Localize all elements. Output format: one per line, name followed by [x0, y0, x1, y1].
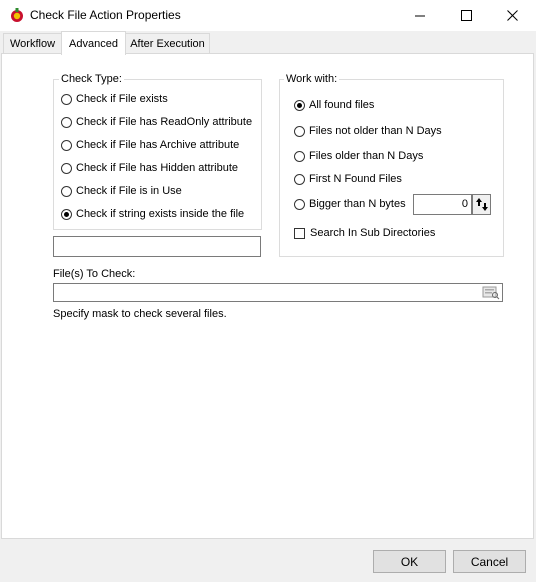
window-title: Check File Action Properties	[30, 8, 181, 22]
minimize-icon	[414, 15, 425, 17]
radio-indicator[interactable]	[61, 208, 72, 220]
files-to-check-label: File(s) To Check:	[53, 268, 136, 280]
radio-all-found-files[interactable]: All found files	[294, 99, 374, 111]
close-icon	[506, 10, 518, 21]
radio-label: Check if File is in Use	[76, 185, 182, 197]
radio-indicator[interactable]	[61, 185, 72, 197]
cancel-label: Cancel	[470, 554, 509, 569]
ok-label: OK	[400, 554, 419, 569]
radio-label: First N Found Files	[309, 173, 402, 185]
files-to-check-hint: Specify mask to check several files.	[53, 308, 227, 320]
tab-advanced[interactable]: Advanced	[61, 31, 126, 55]
check-type-label: Check Type:	[59, 73, 124, 85]
tab-label: After Execution	[130, 38, 205, 50]
work-with-label: Work with:	[284, 73, 340, 85]
radio-check-archive[interactable]: Check if File has Archive attribute	[61, 139, 239, 151]
close-button[interactable]	[489, 0, 535, 31]
radio-indicator[interactable]	[294, 125, 305, 137]
radio-first-n-files[interactable]: First N Found Files	[294, 173, 402, 185]
checkbox-label: Search In Sub Directories	[310, 227, 436, 239]
radio-indicator[interactable]	[61, 93, 72, 105]
radio-indicator[interactable]	[294, 173, 305, 185]
tab-label: Workflow	[9, 38, 56, 50]
bytes-spinner[interactable]	[472, 194, 491, 215]
radio-label: Files older than N Days	[309, 150, 424, 162]
radio-indicator[interactable]	[61, 116, 72, 128]
radio-indicator[interactable]	[294, 150, 305, 162]
radio-label: Check if File exists	[76, 93, 168, 105]
tab-after-execution[interactable]: After Execution	[125, 33, 210, 54]
search-sub-directories-checkbox[interactable]: Search In Sub Directories	[294, 227, 435, 239]
radio-label: All found files	[309, 99, 375, 111]
title-bar[interactable]: Check File Action Properties	[0, 0, 536, 31]
checkbox-indicator[interactable]	[294, 227, 305, 239]
radio-label: Check if File has ReadOnly attribute	[76, 116, 253, 128]
radio-label: Check if string exists inside the file	[76, 208, 245, 220]
ok-button[interactable]: OK	[373, 550, 446, 573]
radio-indicator[interactable]	[61, 139, 72, 151]
radio-files-not-older[interactable]: Files not older than N Days	[294, 125, 442, 137]
radio-label: Check if File has Archive attribute	[76, 139, 240, 151]
radio-indicator[interactable]	[294, 198, 305, 210]
maximize-button[interactable]	[443, 0, 489, 31]
radio-check-file-exists[interactable]: Check if File exists	[61, 93, 168, 105]
radio-label: Files not older than N Days	[309, 125, 442, 137]
app-icon	[11, 8, 23, 22]
radio-indicator[interactable]	[61, 162, 72, 174]
minimize-button[interactable]	[397, 0, 443, 31]
files-to-check-input[interactable]	[53, 283, 503, 302]
radio-check-in-use[interactable]: Check if File is in Use	[61, 185, 182, 197]
bytes-value: 0	[461, 198, 468, 210]
radio-check-hidden[interactable]: Check if File has Hidden attribute	[61, 162, 238, 174]
browse-files-button[interactable]	[482, 285, 500, 300]
cancel-button[interactable]: Cancel	[453, 550, 526, 573]
radio-label: Bigger than N bytes	[309, 198, 406, 210]
radio-check-readonly[interactable]: Check if File has ReadOnly attribute	[61, 116, 252, 128]
tab-label: Advanced	[69, 37, 118, 50]
radio-bigger-than-n-bytes[interactable]: Bigger than N bytes	[294, 198, 406, 210]
spin-arrows-icon	[475, 198, 488, 211]
search-string-input[interactable]	[53, 236, 261, 257]
radio-indicator[interactable]	[294, 99, 305, 111]
bytes-input[interactable]: 0	[413, 194, 472, 215]
maximize-icon	[460, 10, 472, 21]
radio-check-string-exists[interactable]: Check if string exists inside the file	[61, 208, 244, 220]
tab-workflow[interactable]: Workflow	[3, 33, 62, 54]
radio-files-older[interactable]: Files older than N Days	[294, 150, 423, 162]
browse-icon	[482, 286, 500, 300]
radio-label: Check if File has Hidden attribute	[76, 162, 239, 174]
